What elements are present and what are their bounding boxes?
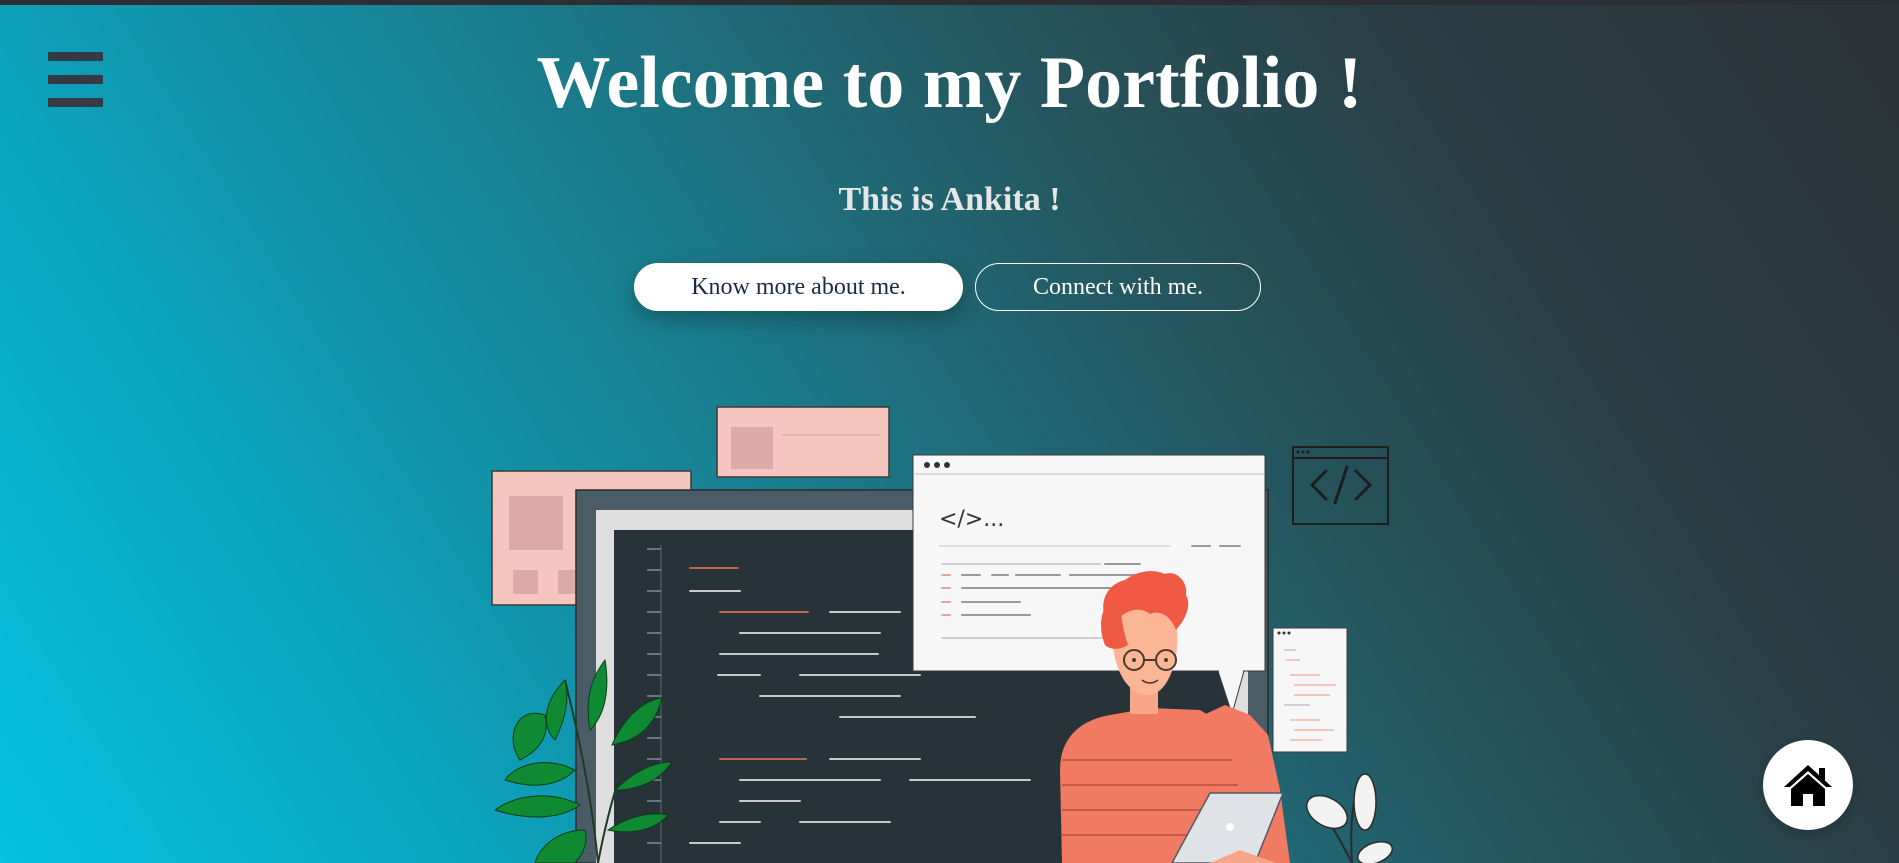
browser-top-strip	[0, 0, 1899, 5]
page-subtitle: This is Ankita !	[838, 181, 1061, 218]
hero-illustration: </>...	[491, 406, 1394, 863]
small-document-icon	[1272, 627, 1348, 753]
connect-button[interactable]: Connect with me.	[975, 263, 1261, 311]
pink-card-top	[716, 406, 890, 478]
editor-snippet-text: </>...	[939, 507, 1004, 532]
white-plant-icon	[1305, 773, 1394, 863]
home-button[interactable]	[1763, 740, 1853, 830]
page-title: Welcome to my Portfolio !	[536, 42, 1363, 124]
home-icon	[1784, 765, 1832, 806]
code-window-icon	[1292, 446, 1389, 525]
know-more-button[interactable]: Know more about me.	[634, 263, 963, 311]
